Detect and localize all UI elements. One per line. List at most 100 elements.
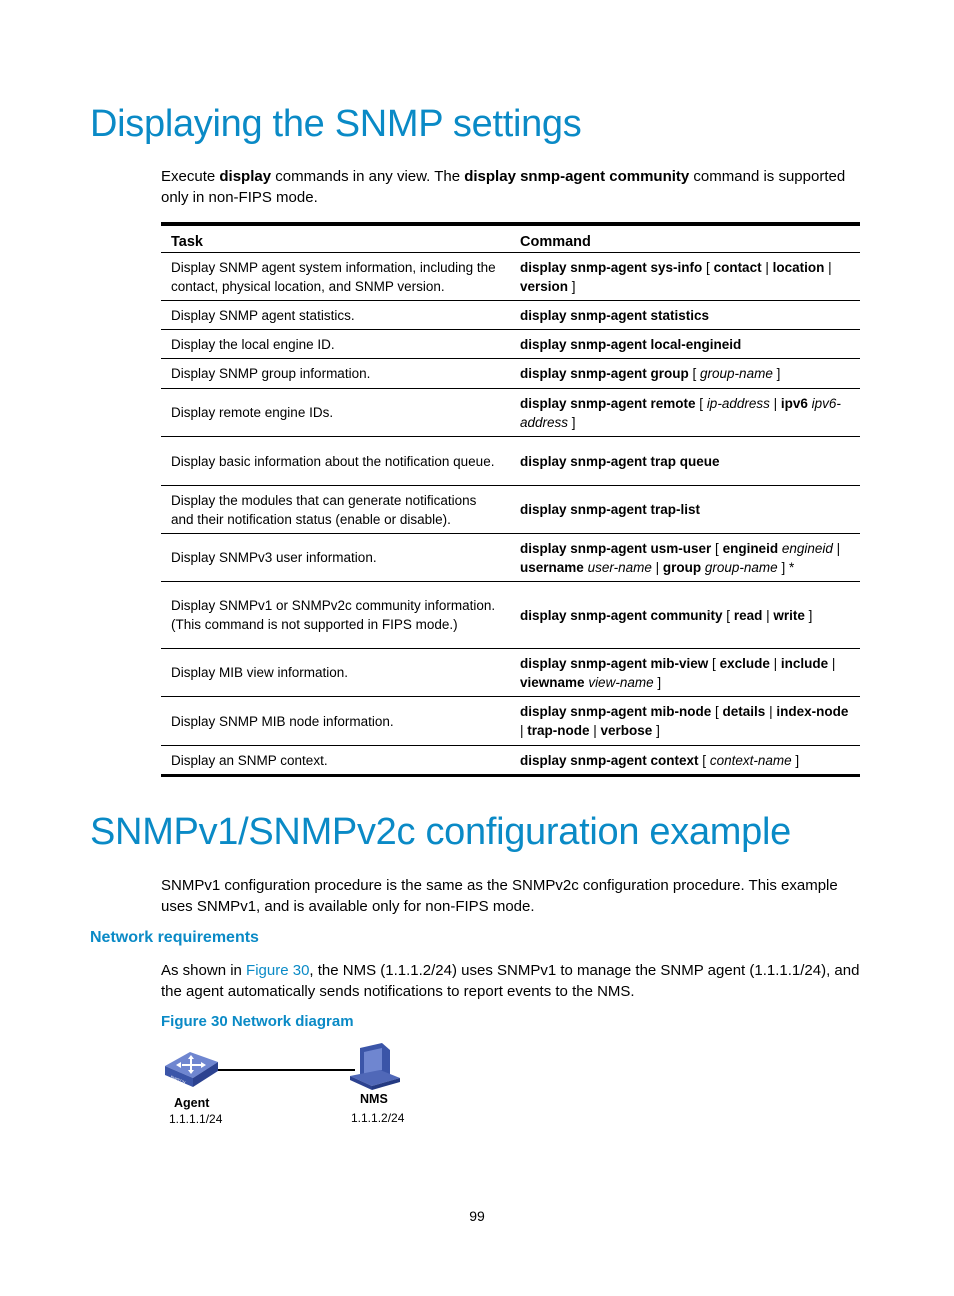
section2-intro: SNMPv1 configuration procedure is the sa… bbox=[161, 877, 838, 915]
switch-icon: SWITCH bbox=[165, 1052, 218, 1087]
column-header-task: Task bbox=[161, 222, 510, 253]
command-keyword: ipv6 bbox=[780, 395, 808, 411]
command-cell: display snmp-agent statistics bbox=[510, 300, 860, 330]
command-keyword: display snmp-agent sys-info bbox=[520, 259, 703, 275]
display-commands-table: Task Command Display SNMP agent system i… bbox=[161, 222, 860, 777]
command-keyword: include bbox=[780, 655, 829, 671]
command-syntax: ] bbox=[568, 414, 576, 430]
table-row: Display SNMPv3 user information. display … bbox=[161, 533, 860, 582]
section1-intro: Execute display commands in any view. Th… bbox=[161, 166, 866, 208]
command-cell: display snmp-agent mib-view [ exclude | … bbox=[510, 648, 860, 697]
command-keyword: display snmp-agent trap-list bbox=[520, 502, 701, 517]
command-cell: display snmp-agent context [ context-nam… bbox=[510, 745, 860, 777]
intro-text: commands in any view. The bbox=[271, 168, 465, 185]
table-row: Display basic information about the noti… bbox=[161, 436, 860, 486]
command-argument: group-name bbox=[704, 559, 778, 575]
command-syntax: [ bbox=[695, 395, 707, 411]
command-keyword: display snmp-agent group bbox=[520, 366, 689, 381]
task-cell: Display SNMP group information. bbox=[161, 358, 510, 389]
table-header-row: Task Command bbox=[161, 222, 860, 253]
command-cell: display snmp-agent community [ read | wr… bbox=[510, 581, 860, 649]
command-syntax: [ bbox=[722, 607, 734, 623]
intro-bold-command: display bbox=[219, 168, 272, 185]
task-cell: Display SNMPv3 user information. bbox=[161, 533, 510, 582]
command-syntax: | bbox=[769, 395, 781, 411]
command-syntax: | bbox=[765, 704, 777, 719]
command-syntax: [ bbox=[711, 704, 723, 719]
command-keyword: write bbox=[773, 607, 805, 623]
command-keyword: details bbox=[722, 704, 766, 719]
command-keyword: display snmp-agent context bbox=[520, 752, 699, 768]
command-keyword: display snmp-agent trap queue bbox=[520, 453, 720, 469]
table-row: Display SNMP agent system information, i… bbox=[161, 252, 860, 301]
task-cell: Display basic information about the noti… bbox=[161, 436, 510, 486]
figure-caption: Figure 30 Network diagram bbox=[161, 1013, 354, 1030]
command-argument: context-name bbox=[709, 752, 792, 768]
task-cell: Display SNMP agent system information, i… bbox=[161, 252, 510, 301]
task-cell: Display SNMP agent statistics. bbox=[161, 300, 510, 330]
command-keyword: index-node bbox=[776, 704, 849, 719]
task-cell: Display the modules that can generate no… bbox=[161, 485, 510, 534]
command-keyword: contact bbox=[713, 259, 762, 275]
command-syntax: [ bbox=[688, 366, 701, 381]
command-syntax: | bbox=[824, 259, 832, 275]
command-syntax: | bbox=[762, 607, 774, 623]
command-cell: display snmp-agent usm-user [ engineid e… bbox=[510, 533, 860, 582]
table-row: Display remote engine IDs. display snmp-a… bbox=[161, 388, 860, 437]
intro-bold-command: display snmp-agent community bbox=[464, 168, 690, 185]
nms-ip: 1.1.1.2/24 bbox=[351, 1111, 405, 1125]
intro-text: Execute bbox=[161, 168, 220, 185]
command-keyword: username bbox=[520, 559, 584, 575]
command-syntax: [ bbox=[698, 752, 710, 768]
command-argument: group-name bbox=[700, 366, 773, 381]
command-keyword: display snmp-agent local-engineid bbox=[520, 336, 742, 352]
table-row: Display the local engine ID. display snmp… bbox=[161, 329, 860, 359]
command-keyword: trap-node bbox=[527, 723, 590, 738]
task-cell: Display SNMPv1 or SNMPv2c community info… bbox=[161, 581, 510, 649]
subheading-network-requirements: Network requirements bbox=[90, 929, 259, 946]
command-syntax: | bbox=[589, 723, 601, 738]
command-keyword: engineid bbox=[722, 540, 779, 556]
network-diagram: SWITCH Agent 1.1.1.1/24 NMS 1.1.1.2/24 bbox=[160, 1040, 420, 1135]
agent-label: Agent bbox=[174, 1096, 210, 1110]
section-title-displaying-snmp: Displaying the SNMP settings bbox=[90, 103, 582, 145]
table-row: Display the modules that can generate no… bbox=[161, 485, 860, 534]
task-cell: Display the local engine ID. bbox=[161, 329, 510, 359]
task-cell: Display MIB view information. bbox=[161, 648, 510, 697]
command-argument: engineid bbox=[781, 540, 833, 556]
computer-icon bbox=[350, 1043, 400, 1090]
command-keyword: exclude bbox=[719, 655, 770, 671]
agent-ip: 1.1.1.1/24 bbox=[169, 1112, 223, 1126]
command-keyword: display snmp-agent usm-user bbox=[520, 540, 712, 556]
command-keyword: display snmp-agent mib-node bbox=[520, 704, 712, 719]
command-keyword: viewname bbox=[520, 674, 585, 690]
task-cell: Display SNMP MIB node information. bbox=[161, 696, 510, 746]
task-cell: Display remote engine IDs. bbox=[161, 388, 510, 437]
command-cell: display snmp-agent local-engineid bbox=[510, 329, 860, 359]
command-syntax: | bbox=[769, 655, 781, 671]
command-syntax: ] bbox=[652, 723, 660, 738]
command-syntax: | bbox=[832, 540, 841, 556]
command-keyword: display snmp-agent remote bbox=[520, 395, 696, 411]
page-number: 99 bbox=[469, 1208, 485, 1224]
figure-30-link[interactable]: Figure 30 bbox=[246, 962, 309, 979]
command-syntax: ] bbox=[791, 752, 800, 768]
command-syntax: ] bbox=[804, 607, 813, 623]
command-syntax: | bbox=[651, 559, 663, 575]
section-title-snmpv1-example: SNMPv1/SNMPv2c configuration example bbox=[90, 811, 791, 853]
nms-label: NMS bbox=[360, 1092, 388, 1106]
command-keyword: display snmp-agent community bbox=[520, 607, 723, 623]
command-syntax: [ bbox=[708, 655, 720, 671]
table-row: Display an SNMP context. display snmp-age… bbox=[161, 745, 860, 777]
command-argument: view-name bbox=[588, 674, 654, 690]
command-keyword: verbose bbox=[600, 723, 653, 738]
command-syntax: ] bbox=[653, 674, 662, 690]
command-cell: display snmp-agent sys-info [ contact | … bbox=[510, 252, 860, 301]
command-syntax: [ bbox=[711, 540, 723, 556]
command-cell: display snmp-agent trap queue bbox=[510, 436, 860, 486]
command-syntax: | bbox=[761, 259, 773, 275]
table-row: Display SNMPv1 or SNMPv2c community info… bbox=[161, 581, 860, 649]
command-argument: ip-address bbox=[706, 395, 770, 411]
command-keyword: display snmp-agent mib-view bbox=[520, 655, 709, 671]
table-row: Display SNMP agent statistics. display sn… bbox=[161, 300, 860, 330]
